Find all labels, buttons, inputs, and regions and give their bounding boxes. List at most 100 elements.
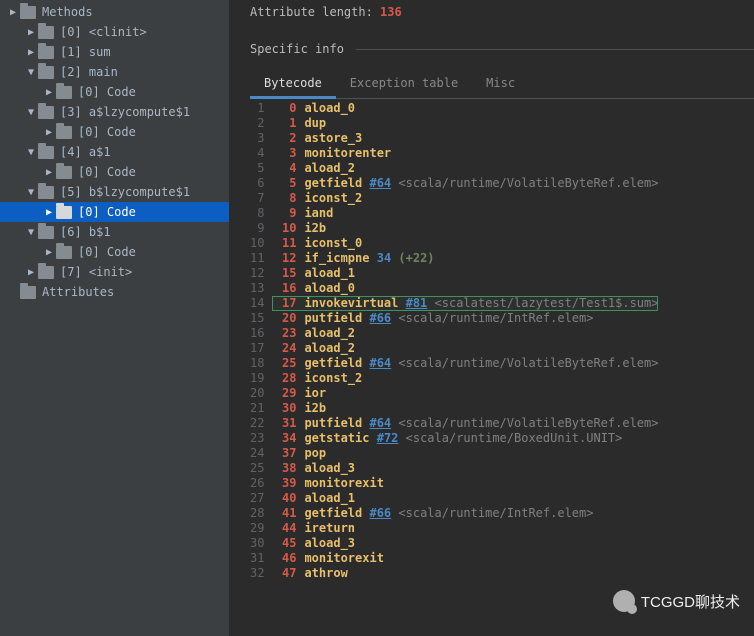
tree-item[interactable]: ▶[0] Code <box>0 202 229 222</box>
tree-item[interactable]: ▼[6] b$1 <box>0 222 229 242</box>
chevron-right-icon[interactable]: ▶ <box>42 87 56 98</box>
bytecode-line[interactable]: 10i2b <box>272 221 658 236</box>
chevron-right-icon[interactable]: ▶ <box>24 27 38 38</box>
tree-item[interactable]: ▼[3] a$lzycompute$1 <box>0 102 229 122</box>
bytecode-line[interactable]: 4aload_2 <box>272 161 658 176</box>
bytecode-line[interactable]: 31putfield #64 <scala/runtime/VolatileBy… <box>272 416 658 431</box>
chevron-down-icon[interactable]: ▼ <box>24 227 38 238</box>
opcode: pop <box>304 446 326 460</box>
cp-ref[interactable]: #81 <box>406 296 428 310</box>
bytecode-line[interactable]: 23aload_2 <box>272 326 658 341</box>
opcode: getfield <box>304 356 362 370</box>
jump-delta: (+22) <box>398 251 434 265</box>
opcode: aload_0 <box>304 281 355 295</box>
chevron-down-icon[interactable]: ▼ <box>24 147 38 158</box>
pc-value: 5 <box>272 176 296 191</box>
folder-icon <box>20 286 36 299</box>
tree-item[interactable]: ▶[0] Code <box>0 82 229 102</box>
folder-icon <box>56 166 72 179</box>
cp-ref[interactable]: #64 <box>369 176 391 190</box>
cp-ref[interactable]: #64 <box>369 356 391 370</box>
cp-ref[interactable]: #66 <box>369 311 391 325</box>
chevron-right-icon[interactable]: ▶ <box>24 47 38 58</box>
bytecode-line[interactable]: 15aload_1 <box>272 266 658 281</box>
bytecode-line[interactable]: 29ior <box>272 386 658 401</box>
opcode: monitorenter <box>304 146 391 160</box>
bytecode-line[interactable]: 2astore_3 <box>272 131 658 146</box>
chevron-right-icon[interactable]: ▶ <box>6 7 20 18</box>
bytecode-line[interactable]: 17invokevirtual #81 <scalatest/lazytest/… <box>272 296 658 311</box>
bytecode-line[interactable]: 39monitorexit <box>272 476 658 491</box>
bytecode-line[interactable]: 25getfield #64 <scala/runtime/VolatileBy… <box>272 356 658 371</box>
bytecode-line[interactable]: 46monitorexit <box>272 551 658 566</box>
bytecode-line[interactable]: 30i2b <box>272 401 658 416</box>
bytecode-line[interactable]: 38aload_3 <box>272 461 658 476</box>
pc-value: 3 <box>272 146 296 161</box>
tab-misc[interactable]: Misc <box>472 70 529 98</box>
opcode: iconst_2 <box>304 371 362 385</box>
chevron-down-icon[interactable]: ▼ <box>24 107 38 118</box>
cp-ref[interactable]: #72 <box>377 431 399 445</box>
chevron-right-icon[interactable]: ▶ <box>24 267 38 278</box>
bytecode-line[interactable]: 24 aload_2 <box>272 341 658 356</box>
bytecode-line[interactable]: 16aload_0 <box>272 281 658 296</box>
opcode: aload_2 <box>304 341 355 355</box>
gutter-line-number: 28 <box>250 506 264 521</box>
tab-exception-table[interactable]: Exception table <box>336 70 472 98</box>
pc-value: 24 <box>272 341 296 356</box>
bytecode-line[interactable]: 3 monitorenter <box>272 146 658 161</box>
tree-item-label: [1] sum <box>60 45 111 59</box>
bytecode-line[interactable]: 20putfield #66 <scala/runtime/IntRef.ele… <box>272 311 658 326</box>
chevron-right-icon[interactable]: ▶ <box>42 167 56 178</box>
tree-item[interactable]: ▶Methods <box>0 2 229 22</box>
pc-value: 30 <box>272 401 296 416</box>
cp-ref[interactable]: #66 <box>369 506 391 520</box>
cp-ref[interactable]: #64 <box>369 416 391 430</box>
opcode: invokevirtual <box>304 296 398 310</box>
bytecode-line[interactable]: 28 iconst_2 <box>272 371 658 386</box>
folder-icon <box>20 6 36 19</box>
tree-item[interactable]: ▼[5] b$lzycompute$1 <box>0 182 229 202</box>
tree-item[interactable]: ▶[0] <clinit> <box>0 22 229 42</box>
gutter-line-number: 22 <box>250 416 264 431</box>
bytecode-line[interactable]: 9iand <box>272 206 658 221</box>
bytecode-line[interactable]: 37pop <box>272 446 658 461</box>
chevron-down-icon[interactable]: ▼ <box>24 67 38 78</box>
tab-bytecode[interactable]: Bytecode <box>250 70 336 99</box>
chevron-right-icon[interactable]: ▶ <box>42 207 56 218</box>
folder-icon <box>56 246 72 259</box>
tree-item[interactable]: ▶[7] <init> <box>0 262 229 282</box>
bytecode-line[interactable]: 8iconst_2 <box>272 191 658 206</box>
bytecode-line[interactable]: 40aload_1 <box>272 491 658 506</box>
bytecode-line[interactable]: 1dup <box>272 116 658 131</box>
chevron-right-icon[interactable]: ▶ <box>42 127 56 138</box>
gutter-line-number: 27 <box>250 491 264 506</box>
gutter-line-number: 18 <box>250 356 264 371</box>
bytecode-line[interactable]: 11iconst_0 <box>272 236 658 251</box>
section-title-text: Specific info <box>250 42 344 56</box>
tree-item[interactable]: ▶[0] Code <box>0 162 229 182</box>
jump-target[interactable]: 34 <box>377 251 391 265</box>
tree-item[interactable]: ▶[0] Code <box>0 242 229 262</box>
opcode: i2b <box>304 221 326 235</box>
bytecode-line[interactable]: 44ireturn <box>272 521 658 536</box>
tree-item[interactable]: Attributes <box>0 282 229 302</box>
gutter-line-number: 21 <box>250 401 264 416</box>
bytecode-line[interactable]: 5getfield #64 <scala/runtime/VolatileByt… <box>272 176 658 191</box>
chevron-right-icon[interactable]: ▶ <box>42 247 56 258</box>
tree-item[interactable]: ▶[0] Code <box>0 122 229 142</box>
bytecode-line[interactable]: 47athrow <box>272 566 658 581</box>
tree-item[interactable]: ▶ [1] sum <box>0 42 229 62</box>
bytecode-line[interactable]: 0aload_0 <box>272 101 658 116</box>
folder-icon <box>38 146 54 159</box>
chevron-down-icon[interactable]: ▼ <box>24 187 38 198</box>
bytecode-line[interactable]: 34getstatic #72 <scala/runtime/BoxedUnit… <box>272 431 658 446</box>
pc-value: 8 <box>272 191 296 206</box>
tree-item[interactable]: ▼[2] main <box>0 62 229 82</box>
bytecode-line[interactable]: 12if_icmpne 34 (+22) <box>272 251 658 266</box>
bytecode-line[interactable]: 41getfield #66 <scala/runtime/IntRef.ele… <box>272 506 658 521</box>
tree-item[interactable]: ▼[4] a$1 <box>0 142 229 162</box>
pc-value: 28 <box>272 371 296 386</box>
bytecode-line[interactable]: 45aload_3 <box>272 536 658 551</box>
wechat-icon <box>613 590 635 612</box>
